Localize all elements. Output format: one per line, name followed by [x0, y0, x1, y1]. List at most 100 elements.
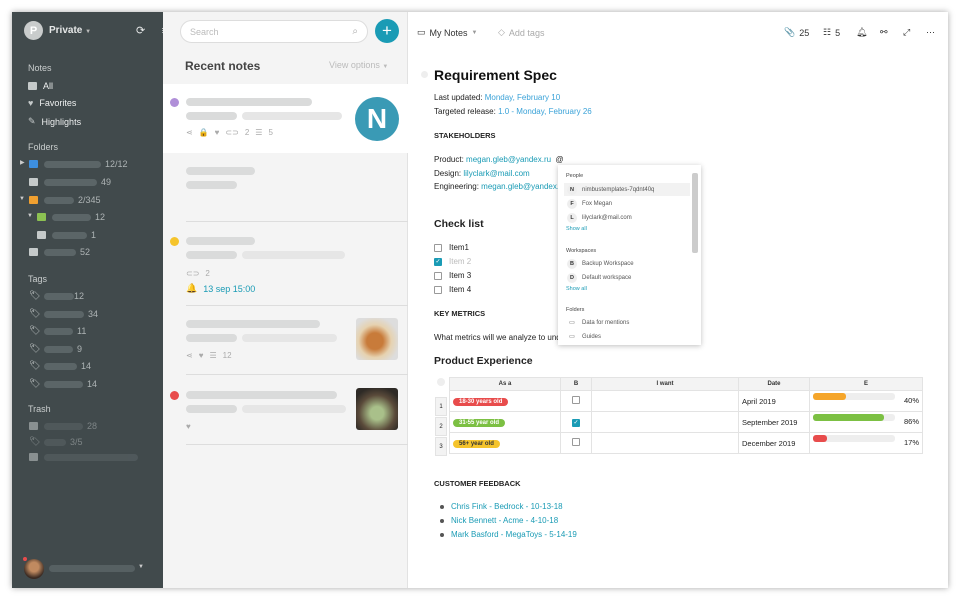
checklist-item[interactable]: Item 3: [434, 271, 471, 280]
cell-as[interactable]: 56+ year old: [449, 432, 561, 454]
date-link[interactable]: Monday, February 10: [485, 93, 560, 102]
user-avatar[interactable]: [24, 559, 44, 579]
checklist-item[interactable]: ✓ Item 2: [434, 257, 471, 266]
scrollbar[interactable]: [692, 173, 698, 253]
tag-count[interactable]: 9: [77, 344, 82, 354]
checkbox[interactable]: [572, 396, 580, 404]
workspace-selector[interactable]: Private ▼: [49, 25, 91, 36]
sidebar-item-favorites[interactable]: ♥ Favorites: [28, 98, 76, 108]
tag-icon: 🏷: [29, 343, 41, 353]
cell-date[interactable]: December 2019: [738, 432, 810, 454]
caret-down-icon[interactable]: ▼: [19, 196, 25, 202]
paperclip-icon: 📎: [784, 27, 796, 37]
table-handle[interactable]: [437, 378, 445, 386]
feedback-link[interactable]: Chris Fink - Bedrock - 10-13-18: [451, 502, 563, 511]
trash-count[interactable]: 3/5: [70, 437, 83, 447]
cell-date[interactable]: April 2019: [738, 390, 810, 412]
date-link[interactable]: 1.0 - Monday, February 26: [498, 107, 592, 116]
view-options-dropdown[interactable]: View options ▼: [329, 60, 388, 70]
tag-count[interactable]: 14: [87, 379, 97, 389]
column-header[interactable]: As a: [449, 377, 561, 391]
mention-trigger[interactable]: @: [556, 155, 564, 164]
reminder[interactable]: 🔔 13 sep 15:00: [186, 283, 255, 294]
checkbox[interactable]: [434, 285, 442, 294]
mention-option[interactable]: Nnimbustemplates-7qdnt40q: [564, 183, 690, 196]
mention-option[interactable]: F Fox Megan: [564, 197, 690, 210]
cell-i-want[interactable]: [591, 390, 739, 412]
checkbox[interactable]: ✓: [434, 257, 442, 266]
tag-count[interactable]: 14: [81, 361, 91, 371]
checkbox[interactable]: [434, 271, 442, 280]
caret-right-icon[interactable]: ▶: [20, 159, 25, 166]
cell-i-want[interactable]: [591, 411, 739, 433]
sync-icon[interactable]: ⟳: [136, 24, 145, 37]
email-link[interactable]: megan.gleb@yandex.ru: [466, 155, 551, 164]
checkbox[interactable]: ✓: [572, 419, 580, 427]
feedback-link[interactable]: Nick Bennett - Acme - 4-10-18: [451, 516, 558, 525]
tag-count[interactable]: 12: [74, 291, 84, 301]
block-handle[interactable]: [421, 71, 428, 78]
email-link[interactable]: megan.gleb@yandex.ru: [481, 182, 566, 191]
column-header[interactable]: B: [560, 377, 592, 391]
cell-progress[interactable]: 17%: [809, 432, 923, 454]
trash-count[interactable]: 28: [87, 421, 97, 431]
feedback-link[interactable]: Mark Basford - MegaToys - 5-14-19: [451, 530, 577, 539]
checklist-label: Item 3: [449, 271, 472, 280]
cell-date[interactable]: September 2019: [738, 411, 810, 433]
mention-option[interactable]: ▭ Guides: [564, 330, 690, 343]
checklist-item[interactable]: Item 4: [434, 285, 471, 294]
show-all-people[interactable]: Show all: [566, 226, 587, 232]
tag-count[interactable]: 11: [77, 326, 86, 336]
more-icon[interactable]: ⋯: [926, 27, 935, 38]
note-item[interactable]: ⋖ ♥ ☰ 12: [163, 306, 408, 375]
attachments-button[interactable]: 📎 25: [784, 27, 809, 38]
column-header[interactable]: E: [809, 377, 923, 391]
cell-as[interactable]: 18-30 years old: [449, 390, 561, 412]
row-number[interactable]: 2: [435, 417, 447, 436]
search-input[interactable]: Search ⌕: [180, 20, 368, 43]
cell-b[interactable]: [560, 432, 592, 454]
cell-i-want[interactable]: [591, 432, 739, 454]
add-tags-button[interactable]: ◇ Add tags: [498, 27, 544, 38]
workspace-avatar[interactable]: P: [24, 21, 43, 40]
column-header[interactable]: I want: [591, 377, 739, 391]
note-item[interactable]: ⋖ 🔒 ♥ ⊂⊃ 2 ☰ 5 N: [163, 84, 408, 153]
sidebar-item-highlights[interactable]: ✎ Highlights: [28, 116, 81, 127]
note-title[interactable]: Requirement Spec: [434, 67, 557, 83]
email-link[interactable]: lilyclark@mail.com: [463, 169, 529, 178]
mention-option[interactable]: D Default workspace: [564, 271, 690, 284]
share-icon[interactable]: ⚯: [880, 27, 888, 38]
row-number[interactable]: 1: [435, 397, 447, 416]
expand-icon[interactable]: ⤢: [903, 27, 910, 38]
mention-option[interactable]: Llilyclark@mail.com: [564, 211, 690, 224]
data-table: As a B I want Date E 18-30 years old Apri…: [449, 377, 923, 454]
checkbox[interactable]: [572, 438, 580, 446]
bell-icon[interactable]: 🔔︎: [856, 27, 867, 38]
cell-as[interactable]: 31-55 year old: [449, 411, 561, 433]
note-item[interactable]: ♥: [163, 375, 408, 445]
cell-progress[interactable]: 86%: [809, 411, 923, 433]
new-note-button[interactable]: +: [375, 19, 399, 43]
mention-option[interactable]: B Backup Workspace: [564, 257, 690, 270]
note-thumbnail-image: [356, 388, 398, 430]
cell-b[interactable]: ✓: [560, 411, 592, 433]
sidebar-item-all[interactable]: All: [28, 81, 53, 91]
mention-option[interactable]: ▭ Data for mentions: [564, 316, 690, 329]
option-label: Data for mentions: [582, 319, 630, 326]
tag-count[interactable]: 34: [88, 309, 98, 319]
note-item[interactable]: [163, 153, 408, 223]
cell-b[interactable]: [560, 390, 592, 412]
chevron-down-icon[interactable]: ▼: [138, 564, 144, 570]
checkbox[interactable]: [434, 243, 442, 252]
cell-progress[interactable]: 40%: [809, 390, 923, 412]
paragraph[interactable]: What metrics will we analyze to und: [434, 333, 561, 342]
checklist-item[interactable]: Item1: [434, 243, 469, 252]
todos-button[interactable]: ☷ 5: [823, 27, 840, 38]
row-number[interactable]: 3: [435, 437, 447, 456]
show-all-workspaces[interactable]: Show all: [566, 286, 587, 292]
caret-down-icon[interactable]: ▼: [27, 213, 33, 219]
column-header[interactable]: Date: [738, 377, 810, 391]
note-item[interactable]: ⊂⊃ 2 🔔 13 sep 15:00: [163, 223, 408, 306]
workspace-name: Private: [49, 25, 83, 36]
folder-selector[interactable]: ▭ My Notes ▼: [417, 27, 477, 38]
